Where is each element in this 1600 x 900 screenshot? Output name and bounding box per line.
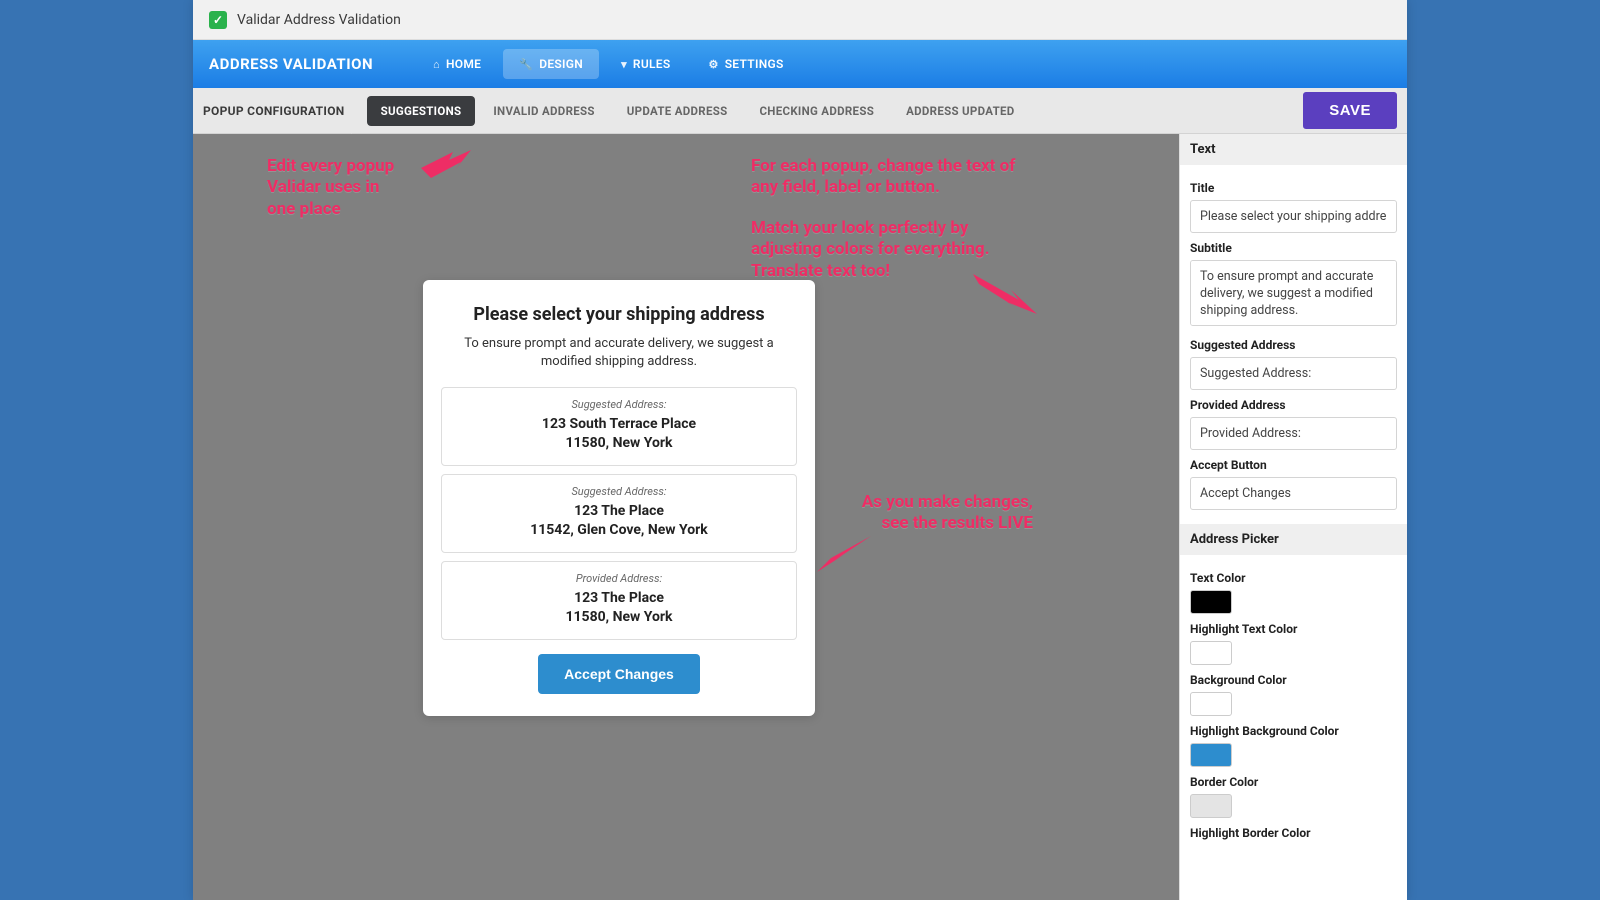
provided-address-input[interactable] [1190, 417, 1397, 450]
address-line: 123 The Place [450, 589, 788, 608]
preview-canvas: Edit every popup Validar uses in one pla… [193, 134, 1179, 900]
border-color-swatch[interactable] [1190, 794, 1232, 818]
field-label: Highlight Text Color [1190, 622, 1397, 636]
address-option[interactable]: Provided Address: 123 The Place 11580, N… [441, 561, 797, 640]
field-label: Accept Button [1190, 458, 1397, 472]
nav-design-label: DESIGN [539, 57, 583, 71]
field-label: Text Color [1190, 571, 1397, 585]
section-text-heading: Text [1180, 134, 1407, 165]
subtitle-input[interactable] [1190, 260, 1397, 326]
save-button[interactable]: SAVE [1303, 92, 1397, 129]
popup-subtitle: To ensure prompt and accurate delivery, … [441, 335, 797, 371]
background-color-swatch[interactable] [1190, 692, 1232, 716]
text-color-swatch[interactable] [1190, 590, 1232, 614]
primary-nav: ADDRESS VALIDATION ⌂ HOME 🔧 DESIGN ▾ RUL… [193, 40, 1407, 88]
address-label: Suggested Address: [450, 398, 788, 411]
field-label: Provided Address [1190, 398, 1397, 412]
popup-config-tabs: POPUP CONFIGURATION SUGGESTIONS INVALID … [193, 88, 1407, 134]
field-label: Highlight Border Color [1190, 826, 1397, 840]
topbar: Validar Address Validation [193, 0, 1407, 40]
tab-update-address[interactable]: UPDATE ADDRESS [613, 96, 742, 126]
nav-section-title: ADDRESS VALIDATION [205, 55, 385, 73]
arrow-icon [421, 148, 471, 182]
tab-invalid-address[interactable]: INVALID ADDRESS [479, 96, 608, 126]
address-option[interactable]: Suggested Address: 123 The Place 11542, … [441, 474, 797, 553]
highlight-text-color-swatch[interactable] [1190, 641, 1232, 665]
field-label: Border Color [1190, 775, 1397, 789]
nav-design[interactable]: 🔧 DESIGN [503, 49, 599, 79]
app-frame: Validar Address Validation ADDRESS VALID… [193, 0, 1407, 900]
address-label: Provided Address: [450, 572, 788, 585]
address-line: 123 South Terrace Place [450, 415, 788, 434]
filter-icon: ▾ [621, 58, 627, 71]
popup-preview: Please select your shipping address To e… [423, 280, 815, 716]
nav-settings[interactable]: ⚙ SETTINGS [693, 49, 800, 79]
field-label: Highlight Background Color [1190, 724, 1397, 738]
nav-home-label: HOME [446, 57, 481, 71]
annotation-live-preview: As you make changes, see the results LIV… [833, 492, 1033, 535]
field-label: Title [1190, 181, 1397, 195]
popup-title: Please select your shipping address [441, 304, 797, 325]
nav-home[interactable]: ⌂ HOME [417, 49, 497, 79]
section-text-body: Title Subtitle Suggested Address Provide… [1180, 165, 1407, 524]
popup-config-label: POPUP CONFIGURATION [203, 104, 363, 118]
tab-suggestions[interactable]: SUGGESTIONS [367, 96, 476, 126]
highlight-background-color-swatch[interactable] [1190, 743, 1232, 767]
nav-rules[interactable]: ▾ RULES [605, 49, 686, 79]
section-picker-heading: Address Picker [1180, 524, 1407, 555]
main-area: Edit every popup Validar uses in one pla… [193, 134, 1407, 900]
address-option[interactable]: Suggested Address: 123 South Terrace Pla… [441, 387, 797, 466]
shield-check-icon [209, 11, 227, 29]
field-label: Suggested Address [1190, 338, 1397, 352]
accept-changes-button[interactable]: Accept Changes [538, 654, 700, 694]
accept-button-input[interactable] [1190, 477, 1397, 510]
app-title: Validar Address Validation [237, 12, 401, 28]
properties-sidebar[interactable]: Text Title Subtitle Suggested Address Pr… [1179, 134, 1407, 900]
address-label: Suggested Address: [450, 485, 788, 498]
title-input[interactable] [1190, 200, 1397, 233]
address-line: 11542, Glen Cove, New York [450, 521, 788, 540]
nav-rules-label: RULES [633, 57, 671, 71]
tab-checking-address[interactable]: CHECKING ADDRESS [745, 96, 888, 126]
home-icon: ⌂ [433, 58, 440, 71]
arrow-icon [973, 274, 1037, 318]
tab-address-updated[interactable]: ADDRESS UPDATED [892, 96, 1028, 126]
field-label: Subtitle [1190, 241, 1397, 255]
field-label: Background Color [1190, 673, 1397, 687]
annotation-change-text: For each popup, change the text of any f… [751, 156, 1031, 199]
wrench-icon: 🔧 [519, 58, 533, 71]
address-line: 11580, New York [450, 608, 788, 627]
arrow-icon [817, 532, 877, 572]
annotation-match-look: Match your look perfectly by adjusting c… [751, 218, 1011, 282]
gear-icon: ⚙ [709, 58, 719, 71]
section-picker-body: Text Color Highlight Text Color Backgrou… [1180, 555, 1407, 859]
nav-settings-label: SETTINGS [725, 57, 784, 71]
address-line: 123 The Place [450, 502, 788, 521]
address-line: 11580, New York [450, 434, 788, 453]
suggested-address-input[interactable] [1190, 357, 1397, 390]
